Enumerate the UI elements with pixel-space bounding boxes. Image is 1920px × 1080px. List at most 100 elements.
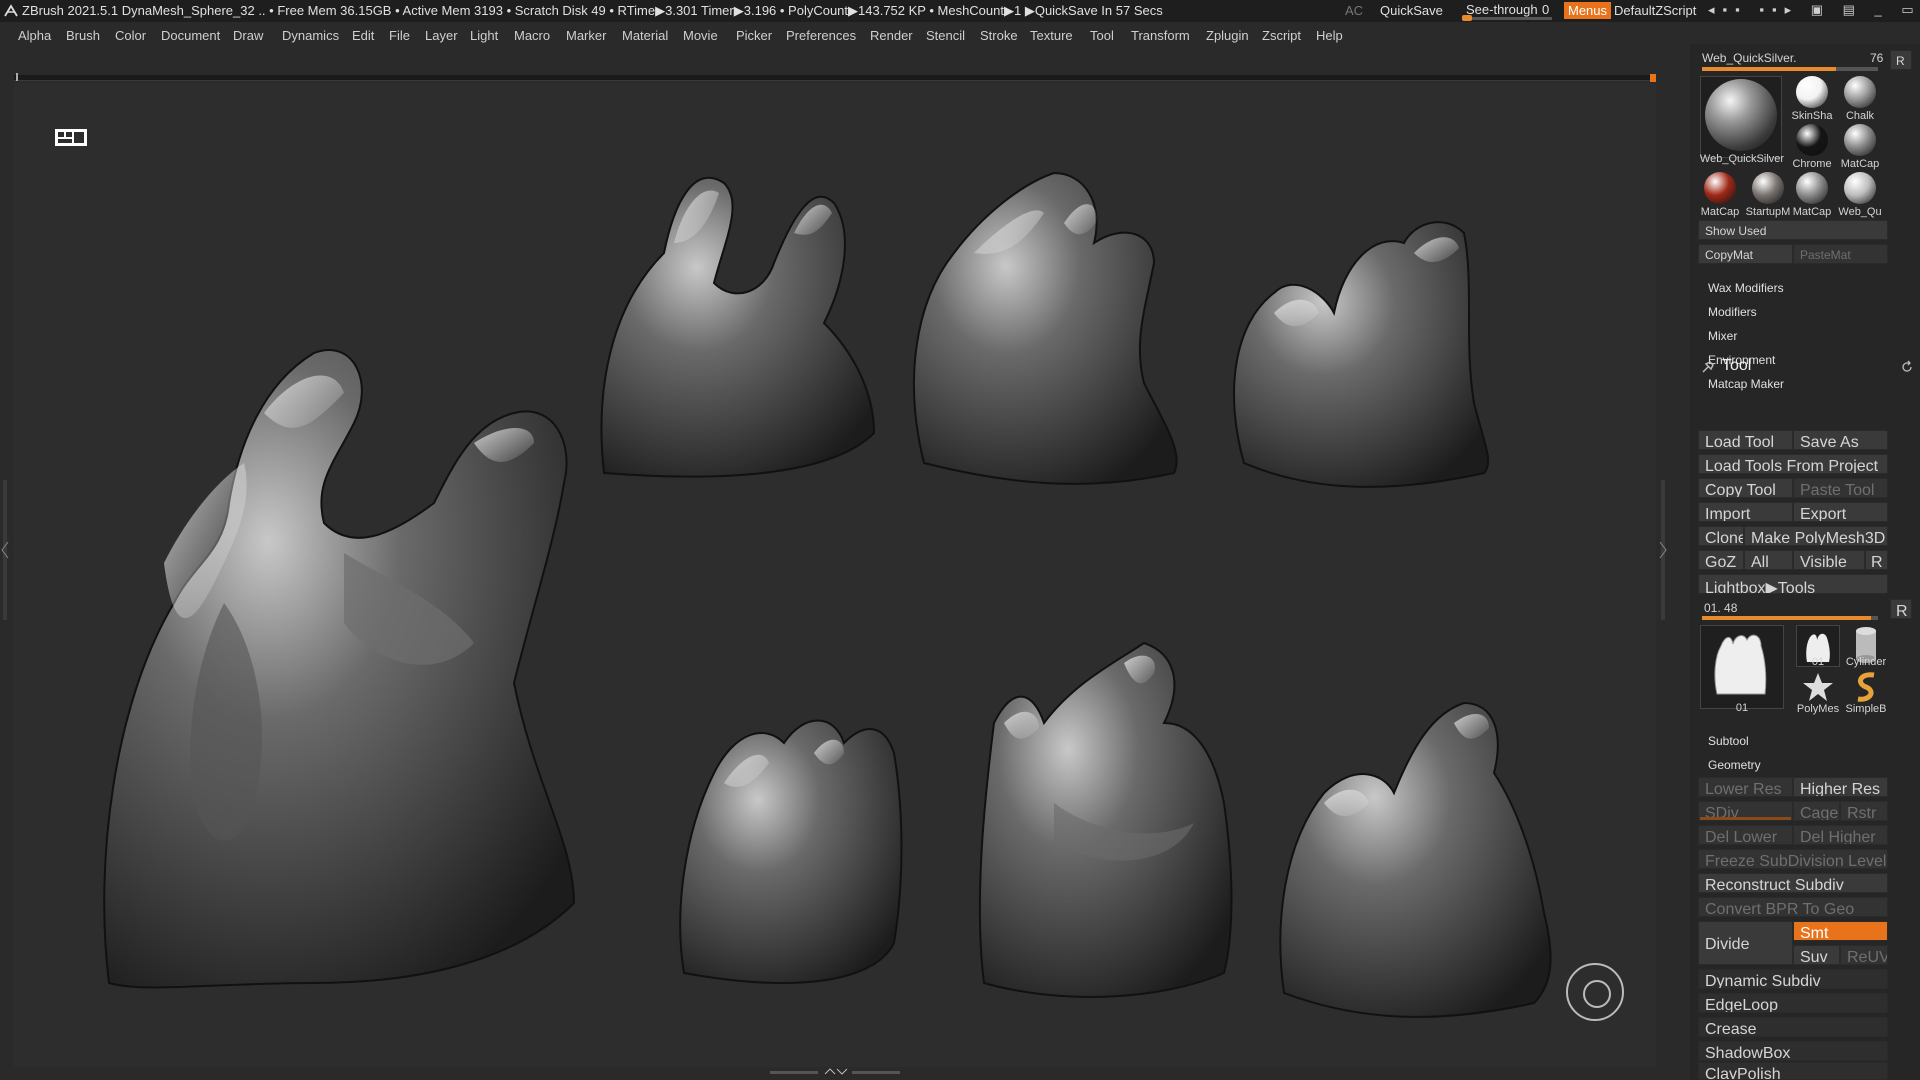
material-swatch-1[interactable] (1796, 76, 1828, 108)
menu-zscript[interactable]: Zscript (1262, 28, 1301, 43)
convert-bpr-button[interactable]: Convert BPR To Geo (1698, 897, 1888, 917)
tool-r-button[interactable]: R (1890, 599, 1912, 619)
tool-slider[interactable] (1702, 616, 1878, 620)
goz-all-button[interactable]: All (1744, 550, 1793, 570)
menu-layer[interactable]: Layer (425, 28, 458, 43)
sculpt-model-large[interactable] (103, 349, 576, 989)
menu-light[interactable]: Light (470, 28, 498, 43)
menu-alpha[interactable]: Alpha (18, 28, 51, 43)
del-lower-button[interactable]: Del Lower (1698, 825, 1793, 845)
right-tray-handle[interactable] (1658, 480, 1668, 620)
load-tools-from-project-button[interactable]: Load Tools From Project (1698, 454, 1888, 474)
menu-help[interactable]: Help (1316, 28, 1343, 43)
lightbox-tools-button[interactable]: Lightbox▶Tools (1698, 574, 1888, 594)
show-used-button[interactable]: Show Used (1698, 220, 1888, 240)
menu-tool[interactable]: Tool (1090, 28, 1114, 43)
tool-thumb-simplebrush[interactable] (1844, 671, 1888, 707)
copy-mat-button[interactable]: CopyMat (1698, 244, 1793, 264)
timeline-ruler[interactable] (14, 73, 1656, 82)
default-zscript-button[interactable]: DefaultZScript (1614, 3, 1696, 18)
menu-render[interactable]: Render (870, 28, 913, 43)
menu-color[interactable]: Color (115, 28, 146, 43)
goz-r-button[interactable]: R (1865, 550, 1888, 570)
sculpt-model-top-2[interactable] (913, 171, 1178, 485)
import-button[interactable]: Import (1698, 502, 1793, 522)
canvas-viewport[interactable] (14, 83, 1656, 1067)
divide-button[interactable]: Divide (1698, 921, 1793, 965)
clone-button[interactable]: Clone (1698, 526, 1744, 546)
menu-file[interactable]: File (389, 28, 410, 43)
modifiers-section[interactable]: Modifiers (1708, 305, 1757, 319)
see-through-track[interactable] (1462, 17, 1552, 20)
edgeloop-section[interactable]: EdgeLoop (1698, 993, 1888, 1013)
sculpt-model-bottom-1[interactable] (679, 719, 903, 984)
see-through-slider[interactable]: See-through 0 (1462, 1, 1552, 21)
save-as-button[interactable]: Save As (1793, 430, 1888, 450)
copy-tool-button[interactable]: Copy Tool (1698, 478, 1793, 498)
see-through-knob[interactable] (1462, 15, 1472, 21)
menu-document[interactable]: Document (161, 28, 220, 43)
menu-edit[interactable]: Edit (352, 28, 374, 43)
material-swatch-7[interactable] (1796, 172, 1828, 204)
shadowbox-section[interactable]: ShadowBox (1698, 1041, 1888, 1061)
pin-icon[interactable] (1700, 359, 1716, 375)
material-slider[interactable] (1702, 67, 1878, 71)
gyro-navigation-icon[interactable] (1566, 963, 1624, 1021)
menu-texture[interactable]: Texture (1030, 28, 1073, 43)
tool-thumb-polymesh[interactable] (1796, 671, 1840, 707)
current-material-preview[interactable] (1700, 76, 1782, 158)
current-tool-thumbnail[interactable] (1700, 625, 1784, 709)
menu-marker[interactable]: Marker (566, 28, 606, 43)
material-swatch-4[interactable] (1844, 124, 1876, 156)
menu-preferences[interactable]: Preferences (786, 28, 856, 43)
menu-movie[interactable]: Movie (683, 28, 718, 43)
material-swatch-5[interactable] (1704, 172, 1736, 204)
material-r-button[interactable]: R (1890, 50, 1912, 70)
material-swatch-6[interactable] (1752, 172, 1784, 204)
load-tool-button[interactable]: Load Tool (1698, 430, 1793, 450)
menu-stencil[interactable]: Stencil (926, 28, 965, 43)
paste-mat-button[interactable]: PasteMat (1793, 244, 1888, 264)
menu-picker[interactable]: Picker (736, 28, 772, 43)
reconstruct-subdiv-button[interactable]: Reconstruct Subdiv (1698, 873, 1888, 893)
timeline-marker[interactable] (16, 73, 18, 81)
smt-toggle[interactable]: Smt (1793, 921, 1888, 941)
sculpt-model-bottom-3[interactable] (1279, 701, 1552, 1018)
bottom-tray-handle[interactable] (770, 1068, 900, 1076)
material-swatch-3[interactable] (1796, 124, 1828, 156)
left-tray-handle[interactable] (0, 480, 10, 620)
wax-modifiers-section[interactable]: Wax Modifiers (1708, 281, 1784, 295)
menu-draw[interactable]: Draw (233, 28, 263, 43)
window-controls[interactable]: ◂▪▪ ▪▪▸ ▣ ▤ _ ▭ × (1708, 2, 1920, 18)
matcap-maker-section[interactable]: Matcap Maker (1708, 377, 1784, 391)
quicksave-button[interactable]: QuickSave (1380, 3, 1443, 18)
goz-button[interactable]: GoZ (1698, 550, 1744, 570)
suv-toggle[interactable]: Suv (1793, 945, 1840, 965)
make-polymesh3d-button[interactable]: Make PolyMesh3D (1744, 526, 1888, 546)
menu-stroke[interactable]: Stroke (980, 28, 1018, 43)
paste-tool-button[interactable]: Paste Tool (1793, 478, 1888, 498)
ac-button[interactable]: AC (1345, 3, 1363, 18)
lower-res-button[interactable]: Lower Res (1698, 777, 1793, 797)
cage-button[interactable]: Cage (1793, 801, 1840, 821)
subtool-section[interactable]: Subtool (1708, 734, 1749, 748)
menu-brush[interactable]: Brush (66, 28, 100, 43)
dynamic-subdiv-section[interactable]: Dynamic Subdiv (1698, 969, 1888, 989)
menu-macro[interactable]: Macro (514, 28, 550, 43)
material-swatch-2[interactable] (1844, 76, 1876, 108)
claypolish-section[interactable]: ClayPolish (1698, 1062, 1888, 1080)
menu-material[interactable]: Material (622, 28, 668, 43)
menu-zplugin[interactable]: Zplugin (1206, 28, 1249, 43)
higher-res-button[interactable]: Higher Res (1793, 777, 1888, 797)
rstr-button[interactable]: Rstr (1840, 801, 1888, 821)
export-button[interactable]: Export (1793, 502, 1888, 522)
sculpt-model-bottom-2[interactable] (978, 641, 1233, 998)
tool-palette-header[interactable]: Tool (1698, 355, 1920, 379)
sculpt-model-top-1[interactable] (600, 176, 876, 478)
refresh-icon[interactable] (1900, 360, 1914, 374)
menu-transform[interactable]: Transform (1131, 28, 1190, 43)
goz-visible-button[interactable]: Visible (1793, 550, 1865, 570)
del-higher-button[interactable]: Del Higher (1793, 825, 1888, 845)
geometry-section[interactable]: Geometry (1708, 758, 1761, 772)
menus-toggle[interactable]: Menus (1564, 2, 1612, 19)
